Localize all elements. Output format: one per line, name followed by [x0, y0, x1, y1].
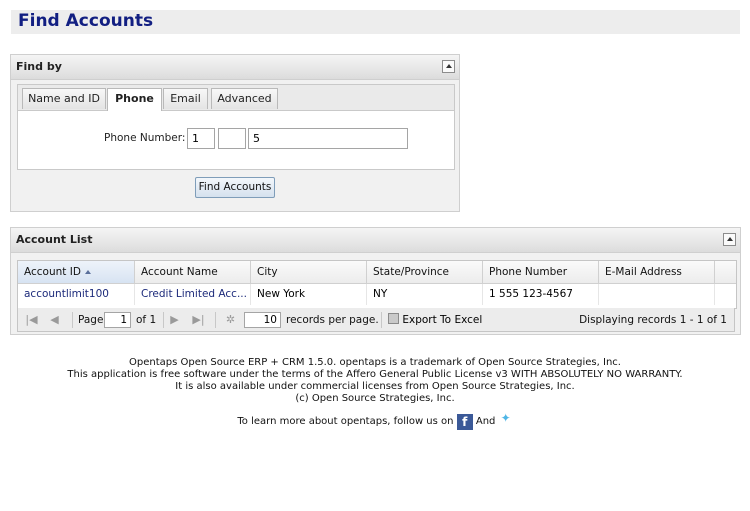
city-cell: New York [251, 284, 367, 305]
prev-page-icon[interactable]: ◀ [48, 313, 61, 326]
separator [163, 312, 164, 328]
account-grid: Account ID Account Name City State/Provi… [17, 260, 737, 309]
tab-name-and-id[interactable]: Name and ID [22, 88, 106, 109]
page-number-input[interactable]: 1 [104, 312, 131, 328]
column-header-account-id[interactable]: Account ID [18, 261, 135, 283]
refresh-icon[interactable]: ✲ [224, 313, 237, 326]
last-page-icon[interactable]: ▶| [192, 313, 205, 326]
export-label: Export To Excel [402, 314, 483, 326]
find-accounts-button[interactable]: Find Accounts [195, 177, 275, 198]
find-by-panel: Find by Name and ID Phone Email Advanced… [10, 54, 460, 212]
first-page-icon[interactable]: |◀ [25, 313, 38, 326]
page-title-bar: Find Accounts [11, 10, 740, 34]
phone-country-code-input[interactable]: 1 [187, 128, 215, 149]
page-label: Page [78, 314, 104, 326]
collapse-up-icon[interactable] [723, 233, 736, 246]
footer-line: It is also available under commercial li… [175, 381, 575, 392]
footer-line: This application is free software under … [67, 369, 683, 380]
separator [381, 312, 382, 328]
follow-us-text: To learn more about opentaps, follow us … [237, 416, 454, 427]
footer-line: (c) Open Source Strategies, Inc. [295, 393, 455, 404]
footer-line: Opentaps Open Source ERP + CRM 1.5.0. op… [129, 357, 621, 368]
display-records-text: Displaying records 1 - 1 of 1 [579, 314, 727, 326]
account-list-header: Account List [11, 228, 740, 253]
tab-email[interactable]: Email [163, 88, 208, 109]
and-text: And [475, 416, 496, 427]
page-size-input[interactable]: 10 [244, 312, 281, 328]
page-count-label: of 1 [136, 314, 157, 326]
next-page-icon[interactable]: ▶ [168, 313, 181, 326]
twitter-icon[interactable]: ✦ [499, 411, 513, 425]
column-header-account-name[interactable]: Account Name [135, 261, 251, 283]
phone-cell: 1 555 123-4567 [483, 284, 599, 305]
facebook-icon[interactable]: f [456, 414, 473, 430]
column-header-city[interactable]: City [251, 261, 367, 283]
page-title: Find Accounts [18, 11, 154, 31]
phone-area-code-input[interactable] [218, 128, 246, 149]
separator [72, 312, 73, 328]
account-list-panel: Account List Account ID Account Name Cit… [10, 227, 741, 335]
follow-us-line: To learn more about opentaps, follow us … [0, 411, 750, 430]
column-header-phone[interactable]: Phone Number [483, 261, 599, 283]
column-label: Account ID [24, 266, 81, 278]
collapse-up-icon[interactable] [442, 60, 455, 73]
phone-number-label: Phone Number: [104, 132, 186, 144]
phone-number-input[interactable]: 5 [248, 128, 408, 149]
column-header-state[interactable]: State/Province [367, 261, 483, 283]
state-cell: NY [367, 284, 483, 305]
tab-strip: Name and ID Phone Email Advanced [18, 85, 454, 111]
tab-phone[interactable]: Phone [107, 88, 162, 111]
export-to-excel-button[interactable]: Export To Excel [388, 313, 482, 326]
grid-header: Account ID Account Name City State/Provi… [18, 261, 736, 284]
footer: Opentaps Open Source ERP + CRM 1.5.0. op… [0, 357, 750, 430]
find-by-title: Find by [16, 60, 62, 73]
separator [215, 312, 216, 328]
find-by-tab-box: Name and ID Phone Email Advanced Phone N… [17, 84, 455, 170]
account-list-title: Account List [16, 233, 93, 246]
tab-advanced[interactable]: Advanced [211, 88, 278, 109]
paging-toolbar: |◀ ◀ Page 1 of 1 ▶ ▶| ✲ 10 records per p… [17, 308, 735, 332]
email-cell [599, 284, 715, 305]
account-id-cell[interactable]: accountlimit100 [18, 284, 135, 305]
sort-ascending-icon [84, 270, 91, 274]
records-per-page-label: records per page. [286, 314, 379, 326]
table-row[interactable]: accountlimit100 Credit Limited Acc... Ne… [18, 284, 736, 305]
excel-icon [388, 313, 399, 324]
find-by-header: Find by [11, 55, 459, 80]
account-name-cell[interactable]: Credit Limited Acc... [135, 284, 251, 305]
column-header-email[interactable]: E-Mail Address [599, 261, 715, 283]
